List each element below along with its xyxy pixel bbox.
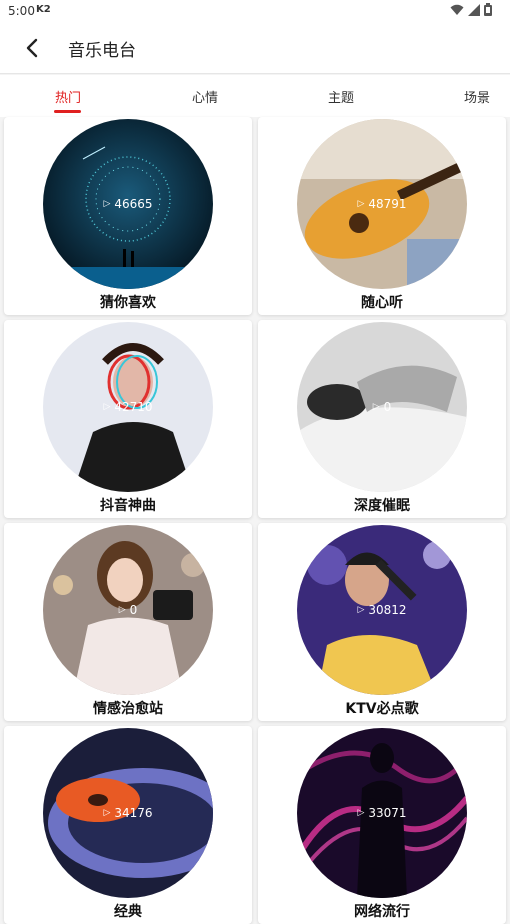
play-icon: ▷ <box>103 808 111 818</box>
wifi-icon <box>450 4 464 19</box>
tab-scene[interactable]: 场景 <box>464 87 490 106</box>
station-card[interactable]: ▷ 34176 经典 <box>4 726 252 924</box>
station-cover: ▷ 48791 <box>297 119 467 289</box>
status-icons <box>450 3 492 19</box>
play-count: ▷ 46665 <box>103 197 153 211</box>
battery-icon <box>484 3 492 19</box>
station-card[interactable]: ▷ 46665 猜你喜欢 <box>4 117 252 315</box>
status-time: 5:00 <box>8 4 35 18</box>
back-arrow-icon <box>26 38 38 58</box>
station-card[interactable]: ▷ 30812 KTV必点歌 <box>258 523 506 721</box>
play-icon: ▷ <box>372 402 380 412</box>
back-button[interactable] <box>18 34 46 62</box>
signal-icon <box>468 3 480 19</box>
station-card[interactable]: ▷ 0 情感治愈站 <box>4 523 252 721</box>
station-card[interactable]: ▷ 33071 网络流行 <box>258 726 506 924</box>
status-indicator: K2 <box>36 4 51 15</box>
station-title: 深度催眠 <box>354 498 410 514</box>
station-title: KTV必点歌 <box>345 701 419 717</box>
station-cover: ▷ 30812 <box>297 525 467 695</box>
station-card[interactable]: ▷ 0 深度催眠 <box>258 320 506 518</box>
play-count: ▷ 33071 <box>357 806 407 820</box>
play-count: ▷ 42710 <box>103 400 153 414</box>
status-bar: 5:00 K2 <box>0 0 510 22</box>
play-count: ▷ 34176 <box>103 806 153 820</box>
play-icon: ▷ <box>357 199 365 209</box>
station-cover: ▷ 0 <box>43 525 213 695</box>
station-title: 猜你喜欢 <box>100 295 156 311</box>
tab-hot[interactable]: 热门 <box>55 87 81 106</box>
app-bar: 音乐电台 <box>0 22 510 74</box>
station-cover: ▷ 0 <box>297 322 467 492</box>
station-title: 网络流行 <box>354 904 410 920</box>
station-cover: ▷ 33071 <box>297 728 467 898</box>
play-icon: ▷ <box>357 605 365 615</box>
station-cover: ▷ 34176 <box>43 728 213 898</box>
play-icon: ▷ <box>118 605 126 615</box>
play-count: ▷ 0 <box>372 400 392 414</box>
page-title: 音乐电台 <box>68 41 136 61</box>
station-card[interactable]: ▷ 48791 随心听 <box>258 117 506 315</box>
tab-bar: 热门 心情 主题 场景 <box>0 75 510 117</box>
play-icon: ▷ <box>103 199 111 209</box>
station-title: 经典 <box>114 904 142 920</box>
station-title: 情感治愈站 <box>93 701 163 717</box>
active-tab-indicator <box>54 110 81 113</box>
play-count: ▷ 48791 <box>357 197 407 211</box>
play-count: ▷ 30812 <box>357 603 407 617</box>
station-cover: ▷ 46665 <box>43 119 213 289</box>
station-title: 抖音神曲 <box>100 498 156 514</box>
play-count: ▷ 0 <box>118 603 138 617</box>
station-card[interactable]: ▷ 42710 抖音神曲 <box>4 320 252 518</box>
station-grid: ▷ 46665 猜你喜欢 ▷ 48791 随心听 ▷ 42710 抖音神曲 ▷ … <box>0 117 510 924</box>
station-title: 随心听 <box>361 295 403 311</box>
tab-theme[interactable]: 主题 <box>328 87 354 106</box>
play-icon: ▷ <box>103 402 111 412</box>
tab-mood[interactable]: 心情 <box>192 87 218 106</box>
play-icon: ▷ <box>357 808 365 818</box>
station-cover: ▷ 42710 <box>43 322 213 492</box>
